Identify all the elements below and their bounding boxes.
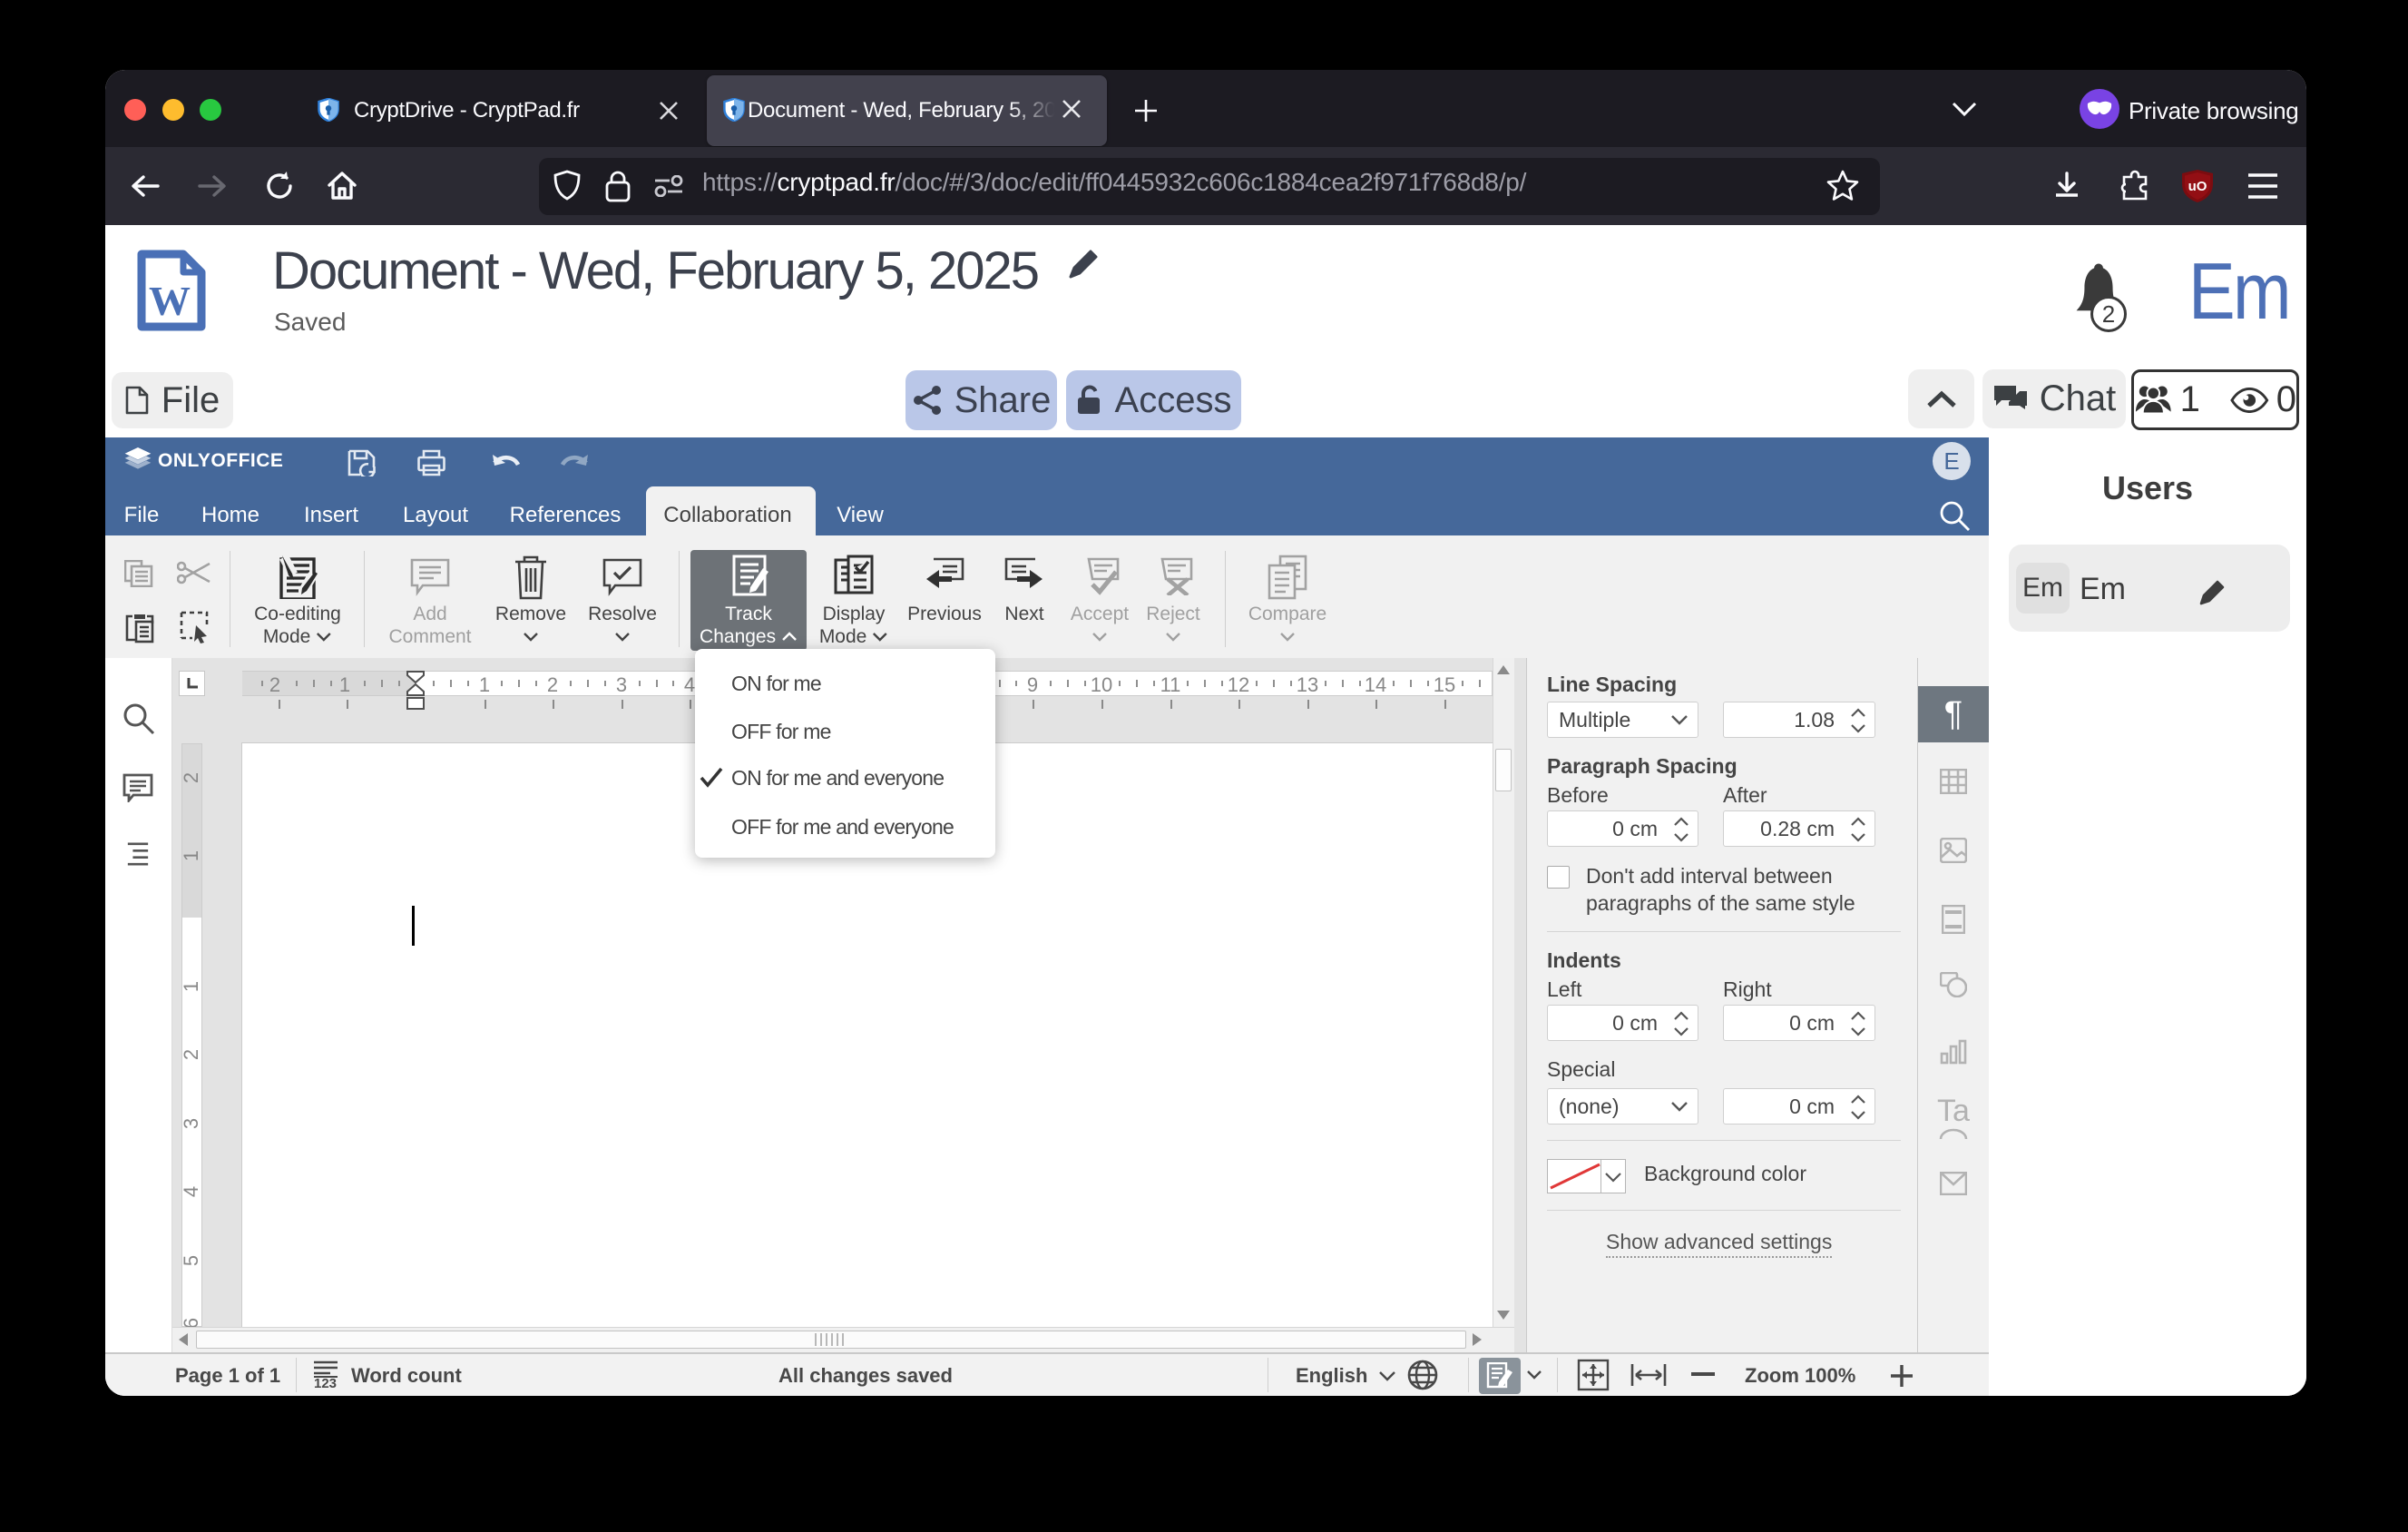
svg-text:uO: uO: [2188, 179, 2207, 194]
svg-text:123: 123: [314, 1376, 337, 1389]
svg-text:W: W: [149, 278, 191, 324]
